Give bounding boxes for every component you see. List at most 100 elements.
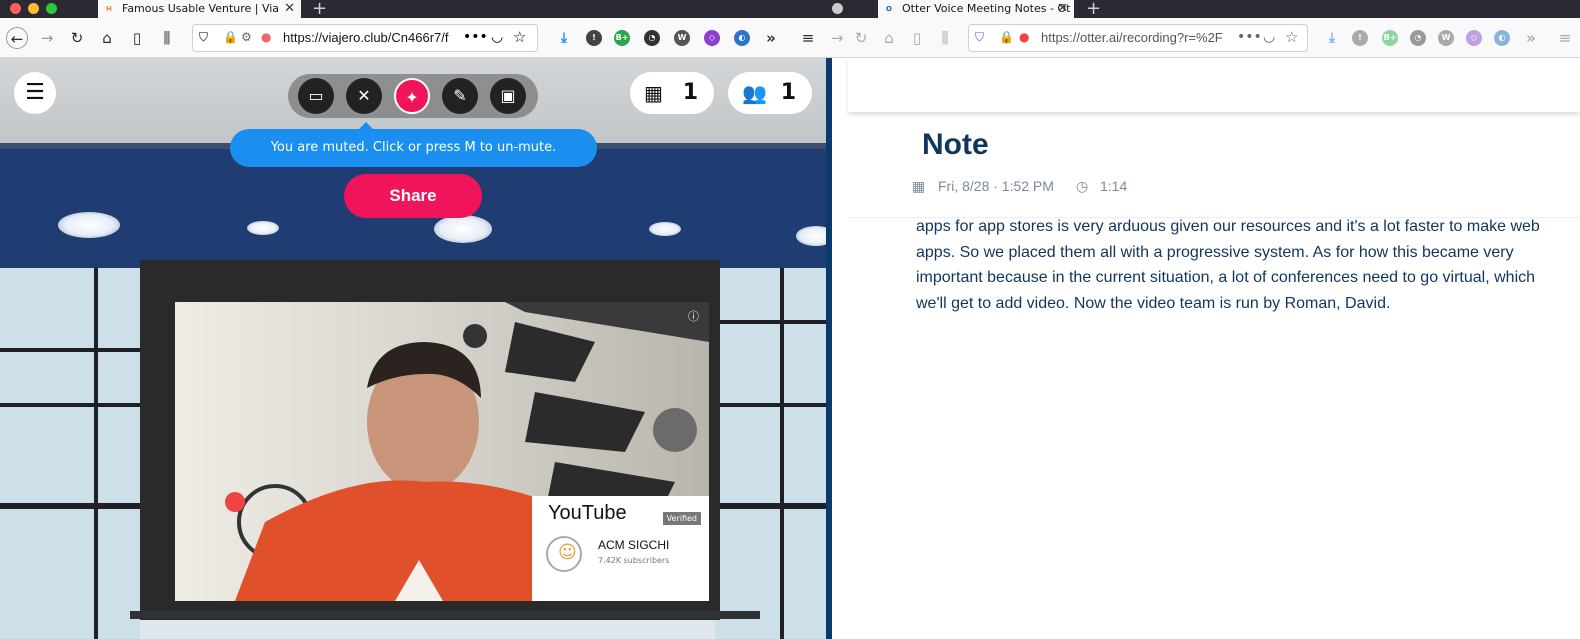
pen-button[interactable]: ✎ — [442, 78, 478, 114]
extension-shield-icon[interactable]: ◐ — [1494, 30, 1510, 46]
extension-b-icon[interactable]: B+ — [1382, 30, 1398, 46]
tab-strip: O Otter Voice Meeting Notes - Ot ✕ + — [832, 0, 1580, 19]
close-tab-icon[interactable]: ✕ — [1057, 0, 1068, 18]
menu-button[interactable]: ☰ — [14, 72, 56, 114]
people-button[interactable]: 👥 1 — [728, 72, 812, 114]
page-actions-icon[interactable]: ••• — [1237, 29, 1262, 45]
note-date: Fri, 8/28 · 1:52 PM — [938, 178, 1054, 194]
sidebar-icon[interactable]: ▯ — [906, 27, 928, 49]
window-control[interactable] — [832, 3, 843, 14]
bookmark-star-icon[interactable]: ☆ — [1285, 28, 1298, 46]
extension-info-icon[interactable]: ! — [1352, 30, 1368, 46]
reload-icon[interactable]: ↻ — [66, 27, 88, 49]
people-icon: 👥 — [742, 81, 767, 105]
download-icon[interactable]: ⤓ — [1324, 30, 1340, 46]
otter-header-bar — [848, 58, 1580, 112]
note-duration: 1:14 — [1100, 178, 1128, 194]
url-bar[interactable]: ⛉ 🔒 ● https://otter.ai/recording?r=%2F •… — [968, 24, 1308, 52]
library-icon[interactable]: ⫼ — [934, 27, 956, 49]
app-menu-icon[interactable]: ≡ — [797, 27, 819, 49]
overflow-chevron-icon[interactable]: » — [760, 27, 782, 49]
screen-share-button[interactable]: ▭ — [298, 78, 334, 114]
bookmark-star-icon[interactable]: ☆ — [513, 28, 526, 46]
extension-shield-icon[interactable]: ◐ — [734, 30, 750, 46]
home-icon[interactable]: ⌂ — [96, 27, 118, 49]
extension-w-icon[interactable]: W — [674, 30, 690, 46]
tab-strip: H Famous Usable Venture | Via ✕ + — [0, 0, 832, 19]
tab-title: Famous Usable Venture | Via — [122, 2, 280, 15]
home-icon[interactable]: ⌂ — [878, 27, 900, 49]
mute-tooltip[interactable]: You are muted. Click or press M to un-mu… — [230, 129, 597, 167]
tab-otter[interactable]: O Otter Voice Meeting Notes - Ot ✕ — [878, 0, 1074, 18]
app-menu-icon[interactable]: ≡ — [1554, 27, 1576, 49]
minimize-window-button[interactable] — [28, 3, 39, 14]
forward-icon[interactable]: → — [832, 27, 848, 49]
hubs-room-scene[interactable]: YouTube Verified ☺ ACM SIGCHI 7.42K subs… — [0, 58, 826, 639]
extension-b-icon[interactable]: B+ — [614, 30, 630, 46]
extension-w-icon[interactable]: W — [1438, 30, 1454, 46]
channel-name[interactable]: ACM SIGCHI — [598, 538, 669, 552]
window-frame — [780, 268, 784, 639]
zoom-window-button[interactable] — [46, 3, 57, 14]
pocket-icon[interactable]: ◡ — [491, 29, 503, 45]
calendar-icon: ▦ — [912, 178, 926, 194]
url-text[interactable]: https://viajero.club/Cn466r7/f — [283, 25, 451, 51]
note-title[interactable]: Note — [922, 128, 989, 162]
window-frame — [715, 320, 826, 324]
shield-icon[interactable]: ⛉ — [199, 30, 208, 45]
pocket-icon[interactable]: ◡ — [1263, 29, 1275, 45]
create-button[interactable]: ✦ — [394, 78, 430, 114]
close-window-button[interactable] — [10, 3, 21, 14]
verified-badge: Verified — [662, 512, 701, 525]
page-actions-icon[interactable]: ••• — [463, 29, 488, 45]
mute-button[interactable]: ✕ — [346, 78, 382, 114]
new-tab-icon[interactable]: + — [1086, 0, 1101, 19]
screen-tray — [130, 611, 760, 619]
nav-bar: ← → ↻ ⌂ ▯ ⫼ ⛉ 🔒 ⚙ ● https://viajero.club… — [0, 18, 832, 58]
close-tab-icon[interactable]: ✕ — [284, 0, 295, 18]
extension-info-icon[interactable]: ! — [586, 30, 602, 46]
download-icon[interactable]: ⤓ — [556, 30, 572, 46]
reload-icon[interactable]: ↻ — [850, 27, 872, 49]
extension-bird-icon[interactable]: ◔ — [644, 30, 660, 46]
lock-icon[interactable]: 🔒 — [223, 30, 238, 44]
camera-button[interactable]: ▣ — [490, 78, 526, 114]
tab-hubs[interactable]: H Famous Usable Venture | Via ✕ — [98, 0, 301, 18]
otter-browser-window: O Otter Voice Meeting Notes - Ot ✕ + → ↻… — [832, 0, 1580, 639]
tab-title: Otter Voice Meeting Notes - Ot — [902, 2, 1071, 15]
video-info-icon[interactable]: ⓘ — [688, 308, 699, 324]
window-frame — [0, 348, 140, 352]
clock-icon: ◷ — [1076, 178, 1089, 194]
objects-button[interactable]: ▦ 1 — [630, 72, 714, 114]
youtube-video[interactable]: YouTube Verified ☺ ACM SIGCHI 7.42K subs… — [175, 302, 709, 601]
permissions-icon[interactable]: ⚙ — [241, 30, 252, 44]
window-frame — [0, 503, 140, 509]
transcript-text[interactable]: apps for app stores is very arduous give… — [916, 214, 1556, 316]
ceiling-light — [247, 221, 279, 235]
mic-in-use-icon[interactable]: ● — [1019, 30, 1029, 44]
window-frame — [715, 503, 826, 509]
extension-ufo-icon[interactable]: ◇ — [1466, 30, 1482, 46]
objects-icon: ▦ — [644, 81, 663, 105]
youtube-wordmark: YouTube — [548, 502, 627, 524]
shield-icon[interactable]: ⛉ — [975, 30, 984, 45]
nav-bar: → ↻ ⌂ ▯ ⫼ ⛉ 🔒 ● https://otter.ai/recordi… — [832, 18, 1580, 58]
share-button[interactable]: Share — [344, 174, 482, 218]
extension-bird-icon[interactable]: ◔ — [1410, 30, 1426, 46]
back-icon[interactable]: ← — [6, 27, 28, 49]
url-bar[interactable]: ⛉ 🔒 ⚙ ● https://viajero.club/Cn466r7/f •… — [192, 24, 538, 52]
sidebar-icon[interactable]: ▯ — [126, 27, 148, 49]
new-tab-icon[interactable]: + — [312, 0, 327, 19]
extension-ufo-icon[interactable]: ◇ — [704, 30, 720, 46]
hubs-browser-window: H Famous Usable Venture | Via ✕ + ← → ↻ … — [0, 0, 832, 639]
ceiling-light — [649, 222, 681, 236]
forward-icon[interactable]: → — [36, 27, 58, 49]
lock-icon[interactable]: 🔒 — [999, 30, 1014, 44]
otter-favicon-icon: O — [886, 5, 892, 13]
url-text[interactable]: https://otter.ai/recording?r=%2F — [1041, 25, 1231, 51]
overflow-chevron-icon[interactable]: » — [1520, 27, 1542, 49]
mic-in-use-icon[interactable]: ● — [261, 30, 271, 44]
library-icon[interactable]: ⫼ — [156, 27, 178, 49]
youtube-card[interactable]: YouTube Verified ☺ ACM SIGCHI 7.42K subs… — [532, 496, 709, 601]
channel-logo-icon: ☺ — [546, 536, 582, 572]
